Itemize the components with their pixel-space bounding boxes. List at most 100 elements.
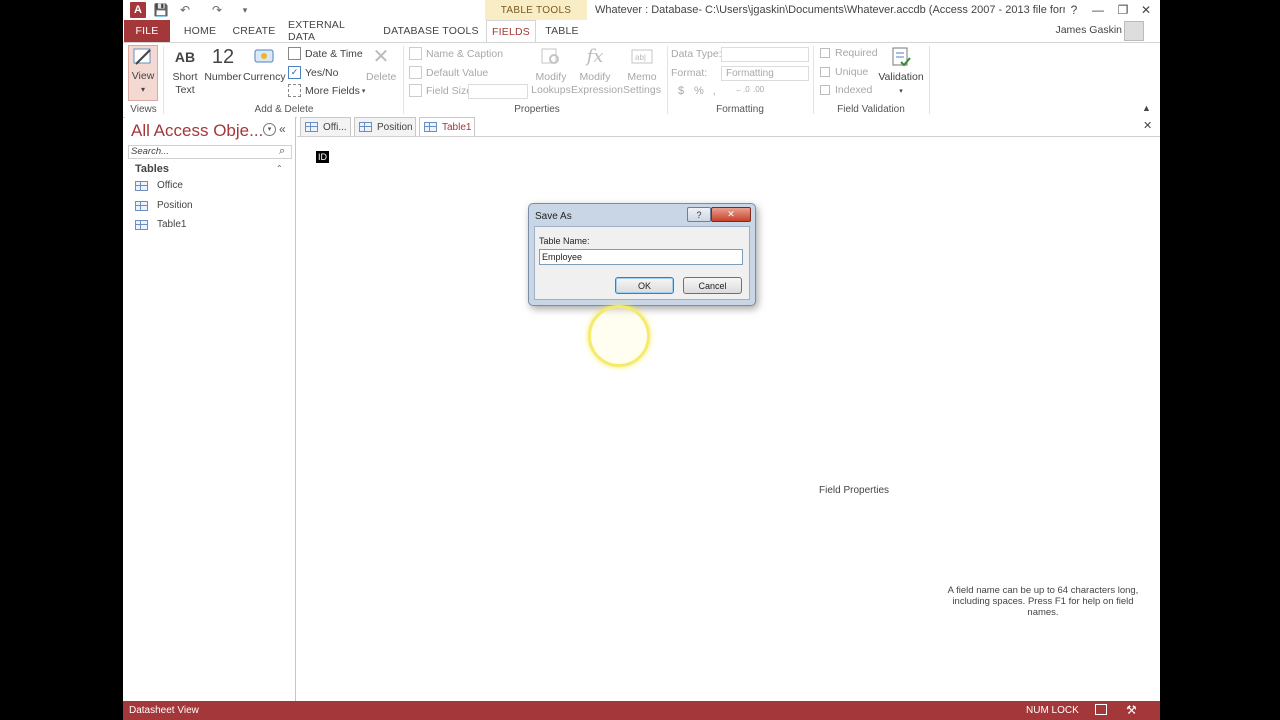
- yes-no-label: Yes/No: [305, 66, 339, 79]
- close-window-button[interactable]: ✕: [1135, 1, 1157, 19]
- data-type-dropdown[interactable]: [721, 47, 809, 62]
- access-window: A 💾 ↶ ↷ ▾ TABLE TOOLS Whatever : Databas…: [123, 0, 1160, 720]
- table-icon: [135, 180, 148, 191]
- date-time-button[interactable]: Date & Time: [288, 47, 363, 60]
- doc-tab-office[interactable]: Offi...: [300, 117, 351, 136]
- save-icon[interactable]: 💾: [153, 2, 169, 18]
- more-fields-label: More Fields: [305, 84, 360, 97]
- modify-expression-button[interactable]: fx Modify Expression: [571, 45, 623, 97]
- nav-item-label: Table1: [157, 219, 187, 230]
- decrease-decimals-icon[interactable]: .00: [753, 85, 764, 94]
- short-text-label: Short Text: [172, 71, 198, 96]
- indexed-checkbox[interactable]: Indexed: [820, 84, 872, 96]
- view-button[interactable]: View ▾: [128, 45, 158, 101]
- cancel-button[interactable]: Cancel: [683, 277, 742, 294]
- doc-tab-position[interactable]: Position: [354, 117, 416, 136]
- shutter-bar-icon[interactable]: «: [279, 122, 286, 136]
- avatar[interactable]: [1124, 21, 1144, 41]
- datasheet-view-icon[interactable]: [1095, 704, 1107, 715]
- more-fields-icon: [288, 84, 301, 97]
- short-text-button[interactable]: AB Short Text: [171, 45, 199, 97]
- table-icon: [135, 200, 148, 211]
- collapse-ribbon-icon[interactable]: ▲: [1142, 103, 1151, 113]
- modify-lookups-button[interactable]: Modify Lookups: [531, 45, 571, 97]
- nav-item-label: Office: [157, 180, 183, 191]
- restore-button[interactable]: ❐: [1112, 1, 1134, 19]
- date-time-label: Date & Time: [305, 47, 363, 60]
- currency-icon: [254, 49, 274, 63]
- tab-file[interactable]: FILE: [124, 20, 170, 42]
- yes-no-button[interactable]: ✓ Yes/No: [288, 66, 338, 79]
- table-name-input[interactable]: Employee: [539, 249, 743, 265]
- design-view-icon[interactable]: ⚒: [1126, 703, 1137, 717]
- ok-button[interactable]: OK: [615, 277, 674, 294]
- required-checkbox[interactable]: Required: [820, 47, 878, 59]
- nav-item-table1[interactable]: Table1: [135, 219, 186, 230]
- modify-expression-label: Modify Expression: [571, 71, 623, 96]
- search-icon[interactable]: ⌕: [279, 145, 285, 158]
- delete-button[interactable]: ✕ Delete: [366, 45, 396, 84]
- redo-icon[interactable]: ↷: [209, 2, 225, 18]
- views-group-label: Views: [130, 104, 157, 115]
- group-separator: [929, 46, 930, 114]
- default-value-label: Default Value: [426, 66, 489, 79]
- validation-button[interactable]: Validation ▾: [877, 45, 925, 98]
- memo-settings-button[interactable]: ab| Memo Settings: [619, 45, 665, 97]
- status-view-label: Datasheet View: [129, 705, 199, 716]
- navigation-pane: All Access Obje... ▾ « Search... ⌕ Table…: [125, 117, 296, 701]
- tab-table[interactable]: TABLE: [541, 20, 583, 42]
- tab-database-tools[interactable]: DATABASE TOOLS: [383, 20, 479, 42]
- table-name-label: Table Name:: [539, 236, 590, 246]
- tab-external-data[interactable]: EXTERNAL DATA: [288, 19, 373, 43]
- increase-decimals-icon[interactable]: ←.0: [735, 85, 750, 94]
- nav-section-tables[interactable]: Tables: [135, 163, 169, 175]
- field-name-cell[interactable]: ID: [316, 151, 329, 163]
- window-title: Whatever : Database- C:\Users\jgaskin\Do…: [595, 4, 1065, 16]
- default-value-button[interactable]: Default Value: [409, 66, 488, 79]
- field-size-input[interactable]: [468, 84, 528, 99]
- checkbox-icon: ✓: [288, 66, 301, 79]
- nav-item-position[interactable]: Position: [135, 200, 193, 211]
- unique-checkbox[interactable]: Unique: [820, 66, 868, 78]
- title-bar: A 💾 ↶ ↷ ▾ TABLE TOOLS Whatever : Databas…: [123, 0, 1160, 20]
- collapse-section-icon[interactable]: ⌃: [276, 164, 283, 173]
- dialog-close-button[interactable]: ✕: [711, 207, 751, 222]
- group-separator: [813, 46, 814, 114]
- properties-group-label: Properties: [514, 104, 560, 115]
- group-separator: [163, 46, 164, 114]
- tab-fields[interactable]: FIELDS: [486, 20, 536, 42]
- table-icon: [424, 122, 437, 132]
- nav-search-input[interactable]: Search...: [128, 145, 292, 159]
- user-name[interactable]: James Gaskin: [1055, 24, 1122, 36]
- lookup-icon: [541, 48, 559, 64]
- customize-qat-icon[interactable]: ▾: [239, 2, 251, 18]
- percent-format-button[interactable]: %: [694, 85, 704, 97]
- save-as-dialog: Save As ? ✕ Table Name: Employee OK Canc…: [528, 203, 756, 306]
- tab-home[interactable]: HOME: [178, 20, 222, 42]
- more-fields-button[interactable]: More Fields ▾: [288, 84, 365, 97]
- indexed-label: Indexed: [835, 84, 873, 96]
- field-size-icon: [409, 84, 422, 97]
- modify-lookups-label: Modify Lookups: [531, 71, 571, 96]
- nav-item-office[interactable]: Office: [135, 180, 183, 191]
- format-dropdown[interactable]: Formatting: [721, 66, 809, 81]
- currency-label: Currency: [243, 71, 286, 83]
- dialog-body: Table Name: Employee OK Cancel: [534, 226, 750, 300]
- help-button[interactable]: ?: [1063, 1, 1085, 19]
- currency-button[interactable]: Currency: [243, 45, 286, 84]
- undo-icon[interactable]: ↶: [177, 2, 193, 18]
- close-document-icon[interactable]: ✕: [1143, 119, 1152, 132]
- doc-tab-table1[interactable]: Table1: [419, 117, 475, 136]
- currency-format-button[interactable]: $: [678, 85, 684, 97]
- name-caption-button[interactable]: Name & Caption: [409, 47, 503, 60]
- nav-dropdown-icon[interactable]: ▾: [263, 123, 276, 136]
- dialog-help-button[interactable]: ?: [687, 207, 711, 222]
- number-button[interactable]: 12 Number: [203, 45, 243, 84]
- field-validation-group-label: Field Validation: [837, 104, 905, 115]
- add-delete-group-label: Add & Delete: [254, 104, 314, 115]
- delete-label: Delete: [366, 71, 397, 83]
- minimize-button[interactable]: —: [1087, 1, 1109, 19]
- comma-format-button[interactable]: ‚: [713, 85, 715, 97]
- nav-pane-title[interactable]: All Access Obje...: [131, 121, 263, 141]
- tab-create[interactable]: CREATE: [229, 20, 279, 42]
